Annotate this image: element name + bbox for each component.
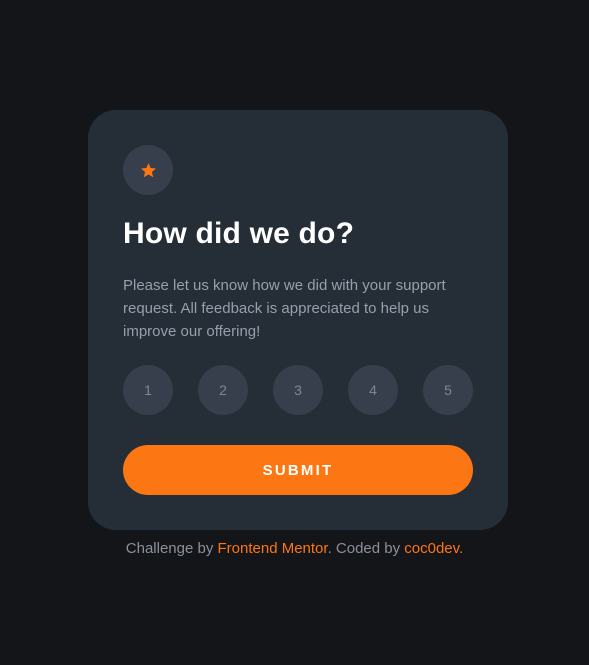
rating-5-button[interactable]: 5 [423, 365, 473, 415]
rating-options: 1 2 3 4 5 [123, 365, 473, 415]
attribution-suffix: . [459, 540, 464, 557]
author-link[interactable]: coc0dev [404, 540, 459, 557]
star-badge [123, 145, 173, 195]
rating-2-button[interactable]: 2 [198, 365, 248, 415]
rating-card: How did we do? Please let us know how we… [88, 110, 508, 530]
card-description: Please let us know how we did with your … [123, 277, 446, 340]
rating-1-button[interactable]: 1 [123, 365, 173, 415]
submit-button[interactable]: SUBMIT [123, 445, 473, 495]
frontend-mentor-link[interactable]: Frontend Mentor [218, 540, 328, 557]
star-icon [140, 162, 157, 179]
attribution-prefix: Challenge by [125, 540, 218, 557]
attribution-middle: . Coded by [327, 540, 405, 557]
rating-3-button[interactable]: 3 [273, 365, 323, 415]
attribution: Challenge by Frontend Mentor. Coded by c… [0, 539, 589, 559]
card-title: How did we do? [123, 217, 355, 250]
rating-4-button[interactable]: 4 [348, 365, 398, 415]
